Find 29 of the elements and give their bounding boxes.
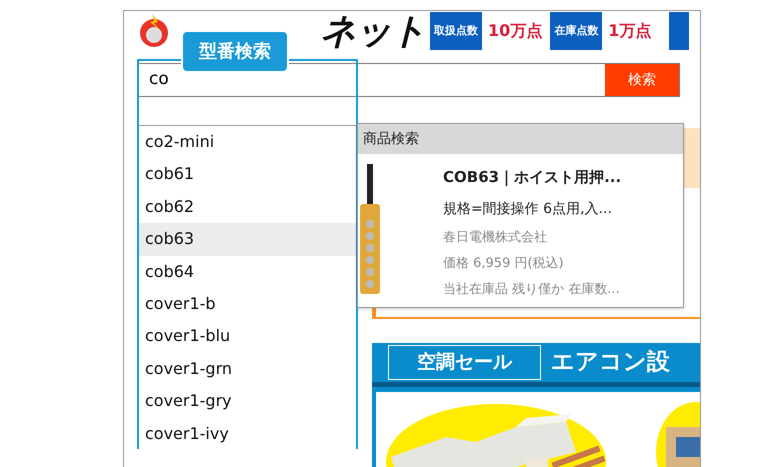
suggestion-item[interactable]: cob63 xyxy=(139,223,356,256)
stat-box xyxy=(669,12,690,50)
product-popup[interactable]: 商品検索 COB63｜ホイスト用押... 規格=間接操作 6点用,入... 春日電機株式会社 価格 6,959 円(税込) 当社在庫品 残り僅か 在庫数... xyxy=(357,123,684,308)
suggestion-item[interactable]: cover1-b xyxy=(139,288,356,320)
product-price: 価格 6,959 円(税込) xyxy=(443,255,565,273)
logo-text[interactable]: ネット xyxy=(320,11,430,56)
banner-tag: 空調セール xyxy=(388,345,541,380)
suggestion-item[interactable]: cob62 xyxy=(139,190,356,224)
model-search-label: 型番検索 xyxy=(181,30,289,73)
suggestion-item[interactable]: cob61 xyxy=(139,158,356,191)
stat-label: 在庫点数 xyxy=(550,12,602,50)
suggestion-item[interactable]: cover1-gry xyxy=(139,385,356,418)
product-name[interactable]: COB63｜ホイスト用押... xyxy=(443,161,622,193)
sale-banner[interactable]: 空調セール エアコン設 xyxy=(372,343,700,467)
stat-label: 取扱点数 xyxy=(430,12,482,50)
suggestion-item[interactable]: cover1-grn xyxy=(139,352,356,386)
product-spec: 規格=間接操作 6点用,入... xyxy=(443,200,613,219)
search-button[interactable]: 検索 xyxy=(605,64,679,96)
product-maker: 春日電機株式会社 xyxy=(443,229,548,247)
banner-title: エアコン設 xyxy=(551,348,670,378)
stat-value: 10万点 xyxy=(487,20,544,42)
product-stock: 当社在庫品 残り僅か 在庫数... xyxy=(443,281,621,299)
lightning-badge-icon xyxy=(138,14,170,48)
suggestion-item[interactable]: cover1-blu xyxy=(139,320,356,353)
stat-value: 1万点 xyxy=(607,20,652,42)
suggestion-item[interactable]: co2-mini xyxy=(139,126,356,158)
popup-title: 商品検索 xyxy=(358,124,683,154)
suggestion-item[interactable]: cob64 xyxy=(139,256,356,288)
suggestion-item[interactable]: cover1-ivy xyxy=(139,418,356,450)
